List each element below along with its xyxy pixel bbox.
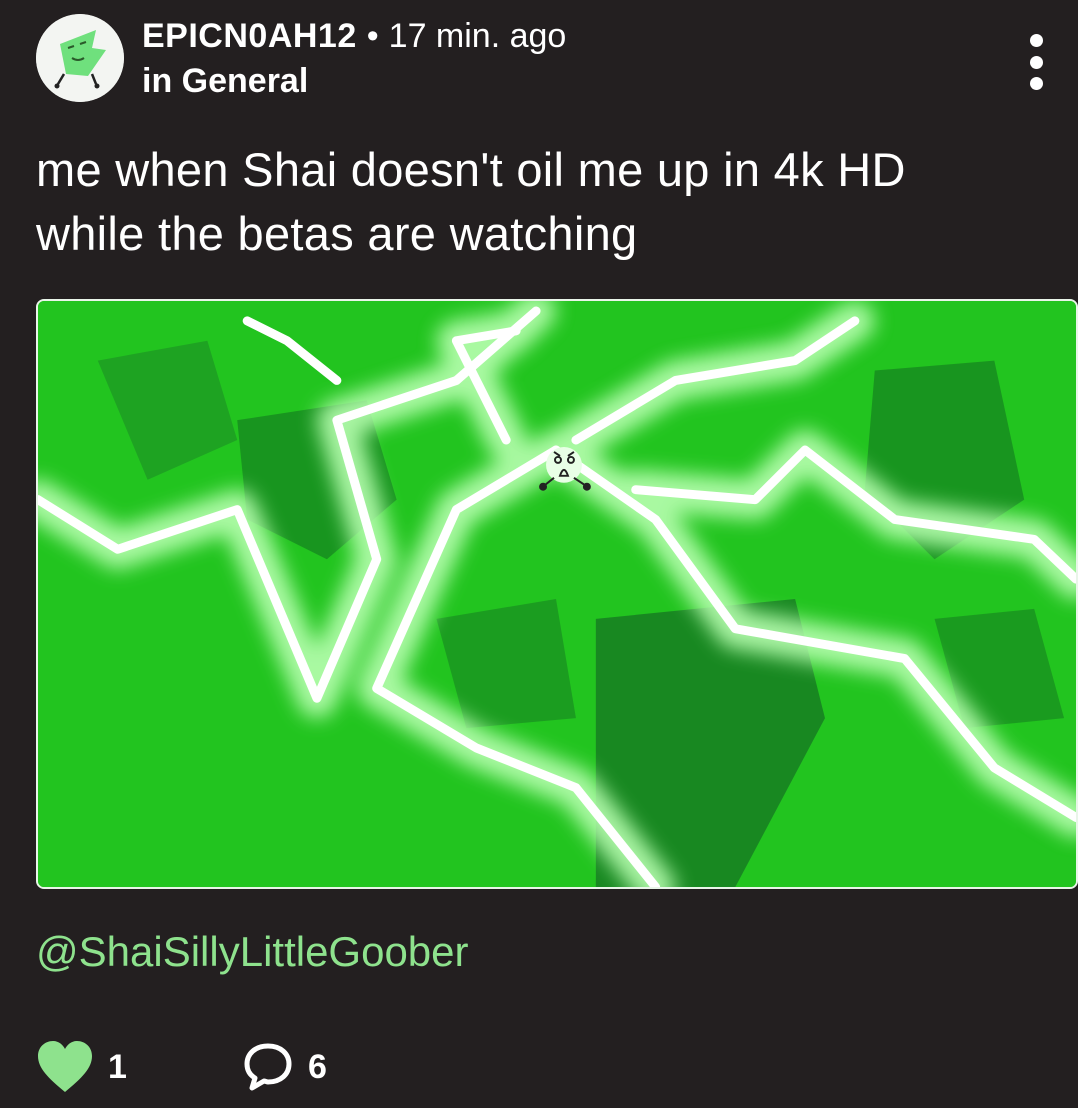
more-dot	[1029, 77, 1043, 90]
green-lightning-image	[38, 301, 1076, 887]
more-options-icon[interactable]	[1026, 34, 1046, 90]
comment-button[interactable]: 6	[242, 1040, 327, 1094]
author-username[interactable]: EPICN0AH12	[142, 17, 357, 55]
speech-bubble-icon	[244, 1043, 292, 1091]
user-mention-link[interactable]: @ShaiSillyLittleGoober	[36, 924, 469, 980]
post-time: 17 min. ago	[388, 17, 567, 55]
post-actions: 1 6	[36, 1040, 436, 1104]
post-text: me when Shai doesn't oil me up in 4k HD …	[36, 138, 1046, 266]
author-avatar[interactable]	[36, 14, 124, 102]
post-meta: EPICN0AH12 • 17 min. ago in General	[142, 16, 566, 102]
meta-line: EPICN0AH12 • 17 min. ago	[142, 16, 566, 56]
post-card: EPICN0AH12 • 17 min. ago in General me whe…	[0, 0, 1078, 1108]
post-header: EPICN0AH12 • 17 min. ago in General	[36, 14, 1046, 104]
meta-separator: •	[366, 17, 379, 55]
post-community[interactable]: in General	[142, 60, 566, 102]
like-button[interactable]: 1	[36, 1040, 127, 1094]
more-dot	[1029, 55, 1043, 69]
post-text-line: while the betas are watching	[36, 207, 638, 260]
comment-count: 6	[308, 1048, 327, 1086]
post-image[interactable]	[36, 299, 1078, 889]
post-text-line: me when Shai doesn't oil me up in 4k HD	[36, 143, 906, 196]
heart-icon	[38, 1041, 92, 1092]
leaf-character-icon	[36, 14, 124, 102]
like-count: 1	[108, 1048, 127, 1086]
more-dot	[1029, 34, 1043, 47]
